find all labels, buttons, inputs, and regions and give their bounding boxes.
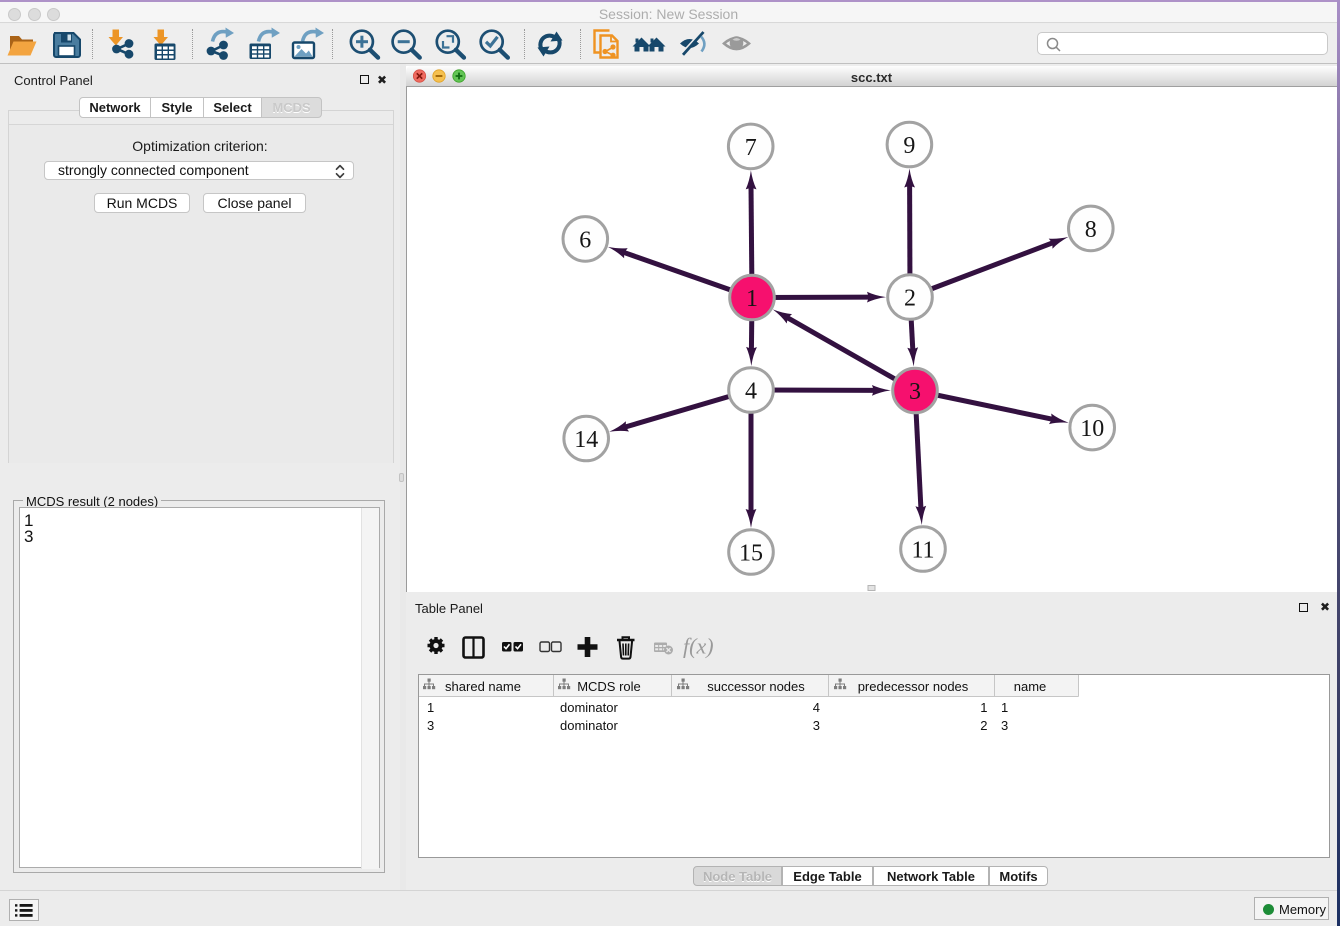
svg-text:dominator: dominator (560, 718, 618, 733)
svg-text:3: 3 (909, 379, 921, 405)
svg-text:MCDS role: MCDS role (577, 679, 641, 694)
svg-text:11: 11 (911, 538, 934, 564)
svg-text:successor nodes: successor nodes (707, 679, 805, 694)
svg-text:shared name: shared name (445, 679, 521, 694)
svg-text:dominator: dominator (560, 700, 618, 715)
svg-text:f(x): f(x) (683, 634, 714, 659)
svg-text:7: 7 (745, 135, 757, 161)
svg-text:6: 6 (579, 227, 591, 253)
svg-text:4: 4 (745, 379, 757, 405)
svg-text:1: 1 (980, 700, 987, 715)
svg-text:2: 2 (904, 286, 916, 312)
svg-text:15: 15 (739, 541, 763, 567)
svg-text:predecessor nodes: predecessor nodes (857, 679, 968, 694)
svg-text:1: 1 (427, 700, 434, 715)
svg-text:3: 3 (427, 718, 434, 733)
svg-text:1: 1 (1001, 700, 1008, 715)
svg-text:4: 4 (812, 700, 819, 715)
svg-text:3: 3 (812, 718, 819, 733)
svg-text:9: 9 (903, 133, 915, 159)
svg-text:10: 10 (1080, 416, 1104, 442)
svg-text:14: 14 (574, 427, 598, 453)
svg-text:1: 1 (746, 286, 758, 312)
svg-text:8: 8 (1085, 217, 1097, 243)
svg-text:name: name (1013, 679, 1046, 694)
svg-text:2: 2 (980, 718, 987, 733)
svg-text:3: 3 (1001, 718, 1008, 733)
